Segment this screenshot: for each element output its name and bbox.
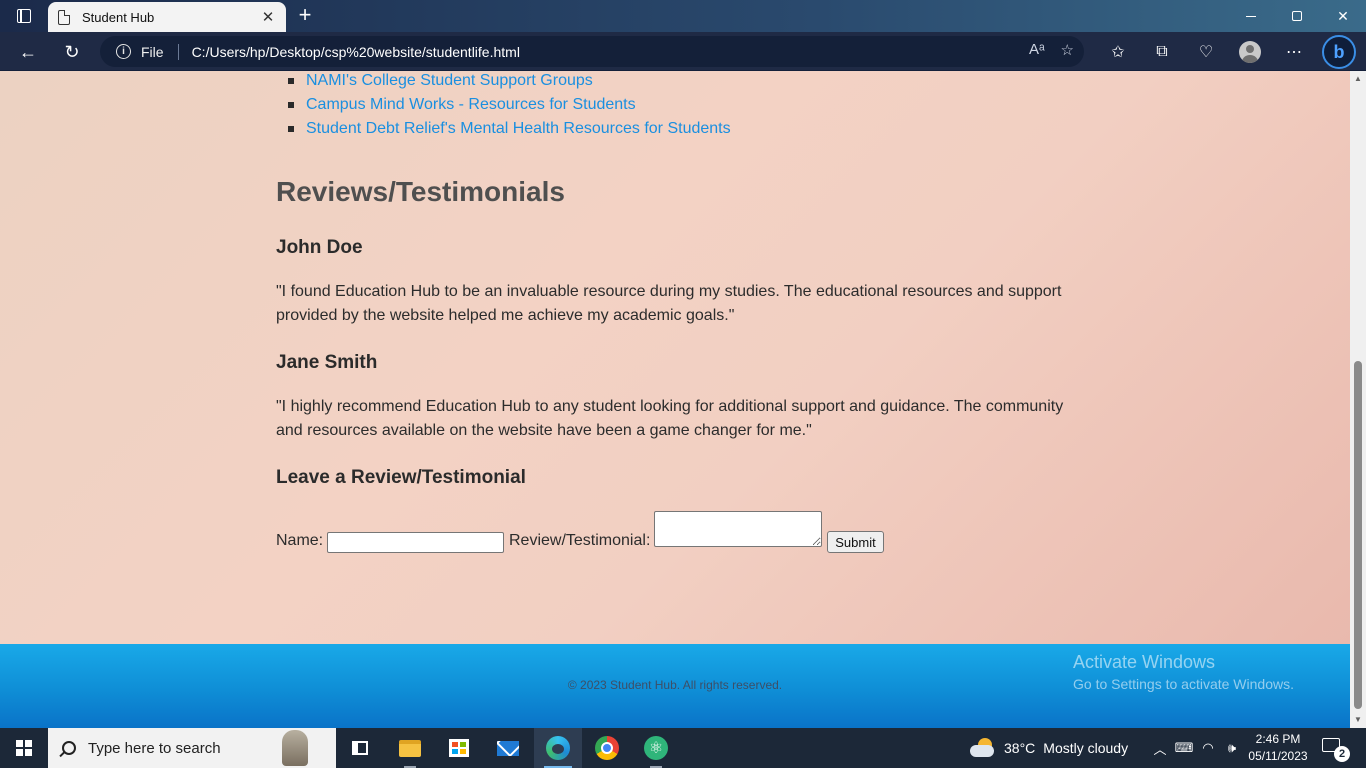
restore-button[interactable]: [1274, 0, 1320, 32]
windows-taskbar: Type here to search ⚛ 38°C Mostly cloudy…: [0, 728, 1366, 768]
address-divider: [177, 43, 179, 60]
chrome-button[interactable]: [583, 728, 631, 768]
search-placeholder: Type here to search: [88, 739, 221, 757]
chrome-icon: [595, 736, 619, 760]
resource-link-nami[interactable]: NAMI's College Student Support Groups: [306, 72, 593, 89]
activate-windows-watermark: Activate Windows Go to Settings to activ…: [1073, 652, 1294, 692]
watermark-subtitle: Go to Settings to activate Windows.: [1073, 676, 1294, 692]
file-explorer-button[interactable]: [386, 728, 434, 768]
volume-icon[interactable]: 🕪: [1220, 740, 1244, 756]
reviews-heading: Reviews/Testimonials: [276, 176, 565, 207]
review-text: "I found Education Hub to be an invaluab…: [276, 283, 1062, 324]
task-view-icon: [352, 741, 368, 755]
favorites-icon[interactable]: ✩: [1096, 40, 1140, 64]
more-options-icon[interactable]: ⋯: [1272, 40, 1316, 64]
folder-icon: [399, 739, 421, 757]
close-icon: ✕: [1337, 7, 1349, 24]
notification-center-button[interactable]: 2: [1322, 738, 1350, 762]
search-highlight-icon[interactable]: [282, 730, 308, 766]
minimize-icon: [1246, 15, 1256, 17]
list-item: NAMI's College Student Support Groups: [288, 71, 731, 95]
browser-tab[interactable]: Student Hub ✕: [48, 2, 286, 32]
profile-button[interactable]: [1228, 40, 1272, 64]
wifi-icon[interactable]: ◠: [1196, 740, 1220, 756]
refresh-button[interactable]: ↻: [56, 37, 88, 67]
weather-description: Mostly cloudy: [1043, 740, 1129, 756]
weather-temperature: 38°C: [1004, 740, 1036, 756]
page-viewport: NAMI's College Student Support Groups Ca…: [0, 71, 1350, 644]
task-view-button[interactable]: [336, 728, 384, 768]
mail-button[interactable]: [484, 728, 532, 768]
submit-button[interactable]: Submit: [827, 531, 884, 553]
list-item: Student Debt Relief's Mental Health Reso…: [288, 119, 731, 143]
resource-list: NAMI's College Student Support Groups Ca…: [288, 71, 731, 143]
weather-widget[interactable]: 38°C Mostly cloudy: [970, 728, 1128, 768]
edge-icon: [546, 736, 570, 760]
leave-review-heading: Leave a Review/Testimonial: [276, 467, 526, 488]
page-icon: [58, 9, 70, 25]
scrollbar-thumb[interactable]: [1354, 361, 1362, 709]
atom-icon: ⚛: [644, 736, 668, 760]
name-input[interactable]: [327, 532, 504, 553]
list-item: Campus Mind Works - Resources for Studen…: [288, 95, 731, 119]
clock-time: 2:46 PM: [1255, 732, 1301, 746]
name-label: Name:: [276, 532, 324, 549]
resource-link-campus-mind-works[interactable]: Campus Mind Works - Resources for Studen…: [306, 96, 636, 113]
microsoft-store-button[interactable]: [435, 728, 483, 768]
mail-icon: [497, 740, 519, 756]
tab-actions-icon: [17, 9, 31, 23]
browser-toolbar: ✩ ⧉ ♡ ⋯: [1096, 40, 1316, 64]
partly-cloudy-icon: [970, 738, 996, 758]
tab-title: Student Hub: [82, 9, 155, 25]
review-author: John Doe: [276, 237, 363, 258]
review-textarea[interactable]: [654, 511, 822, 547]
clock-date: 05/11/2023: [1248, 749, 1308, 763]
browser-essentials-icon[interactable]: ♡: [1184, 40, 1228, 64]
system-clock[interactable]: 2:46 PM 05/11/2023: [1246, 731, 1310, 765]
back-button[interactable]: ←: [12, 37, 44, 67]
site-info-icon[interactable]: i: [116, 44, 131, 59]
protocol-label: File: [141, 43, 164, 60]
taskbar-search[interactable]: Type here to search: [48, 728, 336, 768]
review-form: Name: Review/Testimonial: Submit: [276, 511, 1076, 553]
tab-close-button[interactable]: ✕: [260, 8, 276, 26]
vertical-scrollbar[interactable]: ▲ ▼: [1350, 71, 1366, 728]
notification-count-badge: 2: [1334, 746, 1350, 762]
watermark-title: Activate Windows: [1073, 652, 1216, 672]
scroll-down-icon[interactable]: ▼: [1350, 712, 1366, 728]
review-author: Jane Smith: [276, 352, 378, 373]
review-text: "I highly recommend Education Hub to any…: [276, 398, 1064, 439]
restore-icon: [1292, 11, 1302, 21]
review-label: Review/Testimonial:: [509, 532, 651, 549]
store-icon: [449, 739, 469, 757]
back-arrow-icon: ←: [19, 41, 37, 62]
show-hidden-icons-icon[interactable]: ︿: [1148, 739, 1172, 758]
system-tray: ︿ ⌨ ◠ 🕪: [1148, 728, 1244, 768]
read-aloud-icon[interactable]: A͏ᵃ: [1029, 41, 1045, 59]
collections-icon[interactable]: ⧉: [1140, 40, 1184, 64]
tab-actions-button[interactable]: [8, 4, 40, 28]
address-bar[interactable]: i File C:/Users/hp/Desktop/csp%20website…: [100, 36, 1084, 67]
add-favorite-icon[interactable]: ☆: [1061, 41, 1074, 59]
atom-app-button[interactable]: ⚛: [632, 728, 680, 768]
start-button[interactable]: [0, 728, 48, 768]
input-language-icon[interactable]: ⌨: [1172, 740, 1196, 756]
new-tab-button[interactable]: +: [292, 4, 318, 28]
browser-titlebar: Student Hub ✕ + ✕: [0, 0, 1366, 32]
url-text[interactable]: C:/Users/hp/Desktop/csp%20website/studen…: [192, 44, 520, 60]
scroll-up-icon[interactable]: ▲: [1350, 71, 1366, 87]
windows-logo-icon: [16, 740, 32, 756]
minimize-button[interactable]: [1228, 0, 1274, 32]
refresh-icon: ↻: [64, 41, 80, 62]
bing-chat-icon[interactable]: b: [1322, 35, 1356, 69]
page-footer: © 2023 Student Hub. All rights reserved.…: [0, 644, 1350, 728]
edge-button[interactable]: [534, 728, 582, 768]
avatar: [1239, 41, 1261, 63]
search-icon: [62, 741, 76, 755]
close-window-button[interactable]: ✕: [1320, 0, 1366, 32]
resource-link-student-debt-relief[interactable]: Student Debt Relief's Mental Health Reso…: [306, 120, 731, 137]
